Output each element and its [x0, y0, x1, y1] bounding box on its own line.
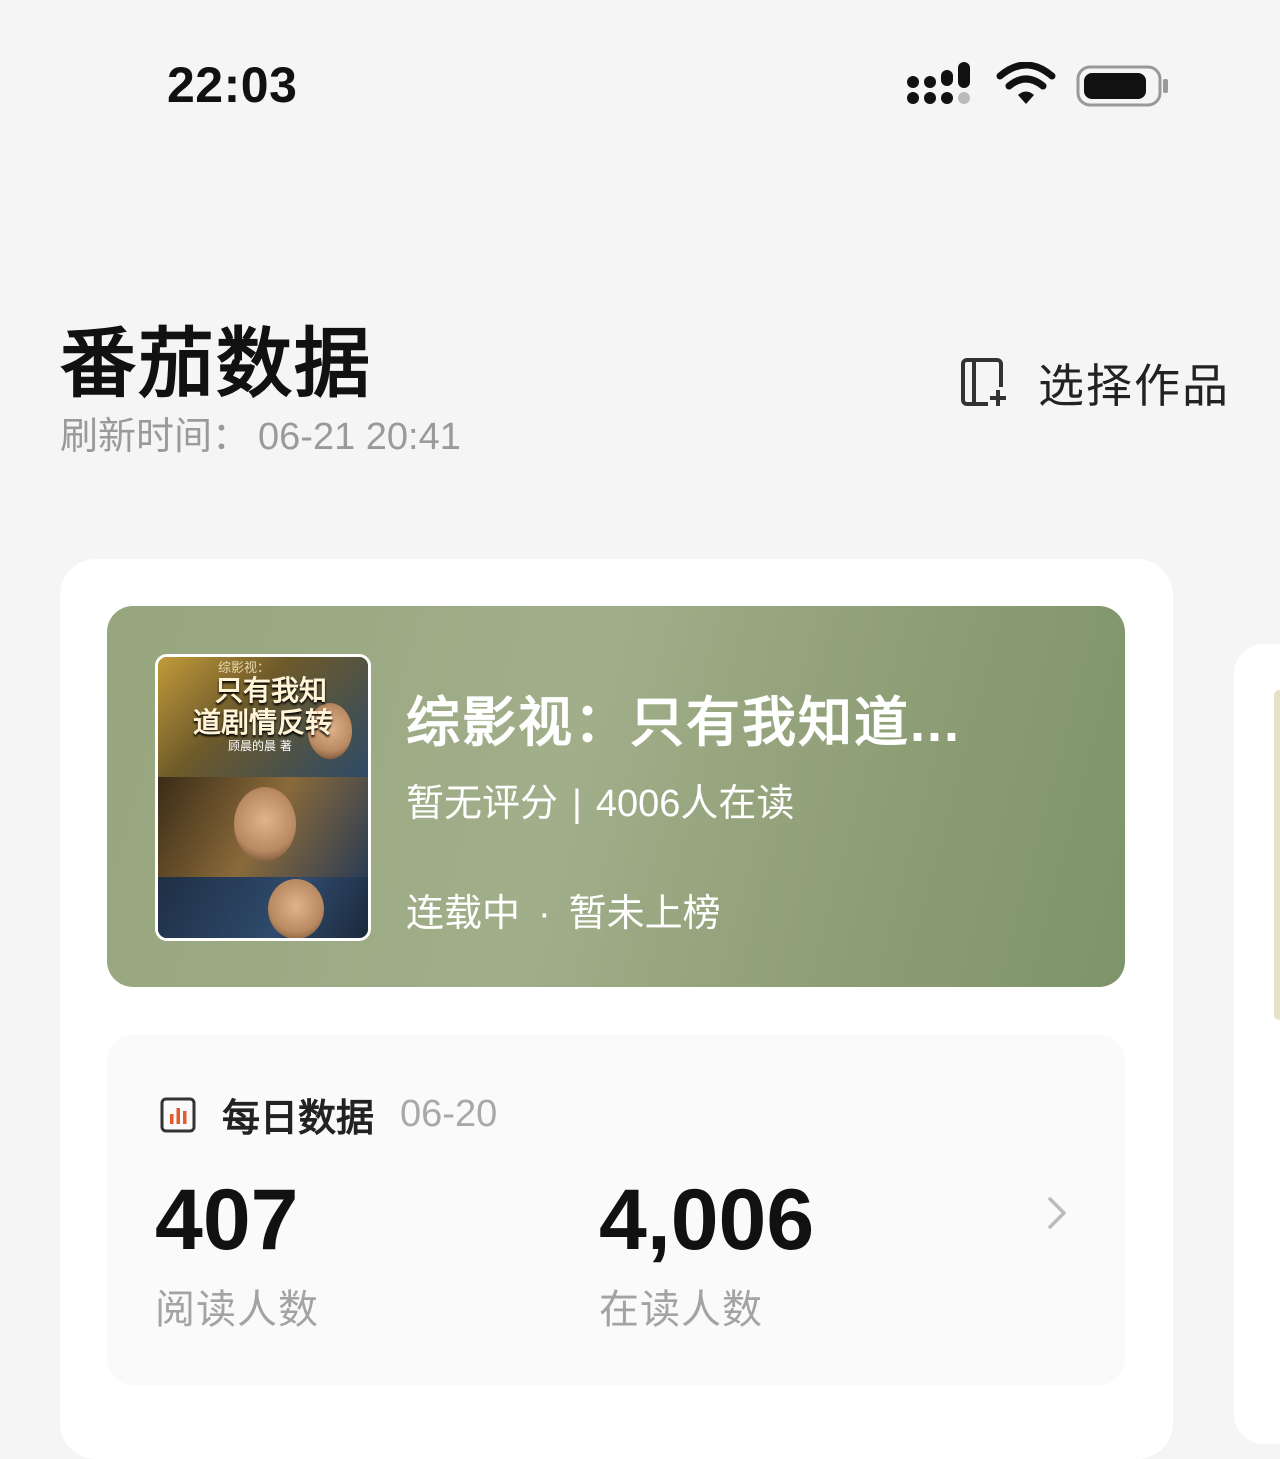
- book-readers: 4006人在读: [595, 783, 795, 825]
- stat-label: 在读人数: [599, 1288, 763, 1332]
- book-rating: 暂无评分: [406, 783, 559, 825]
- status-time: 22:03: [167, 57, 298, 113]
- bar-chart-icon: [160, 1097, 196, 1132]
- cover-title-line2: 道剧情反转: [192, 706, 333, 739]
- book-status: 连载中 · 暂未上榜: [406, 882, 721, 937]
- refresh-label: 刷新时间：: [60, 416, 251, 458]
- stat-reading-now: 4,006 在读人数: [599, 1177, 814, 1335]
- daily-data-panel[interactable]: 每日数据 06-20 407 阅读人数 4,006 在读人数: [107, 1035, 1125, 1385]
- daily-title: 每日数据: [222, 1098, 375, 1140]
- book-title: 综影视：只有我知道...: [406, 693, 962, 753]
- page-title: 番茄数据: [60, 319, 372, 408]
- refresh-value: 06-21 20:41: [258, 416, 461, 458]
- book-meta: 暂无评分 | 4006人在读: [406, 772, 794, 827]
- stat-label: 阅读人数: [155, 1288, 319, 1332]
- meta-divider: |: [572, 783, 582, 825]
- work-card: 综影视： 只有我知 道剧情反转 顾晨的晨 著 综影视：只有我知道... 暂无评分…: [60, 559, 1173, 1459]
- stat-value: 407: [155, 1172, 299, 1268]
- rank-status: 暂未上榜: [568, 893, 721, 935]
- status-icons: [906, 60, 1170, 112]
- select-work-button[interactable]: 选择作品: [960, 350, 1230, 416]
- stat-value: 4,006: [599, 1172, 815, 1268]
- daily-date: 06-20: [400, 1093, 498, 1135]
- serial-status: 连载中: [406, 893, 521, 935]
- book-banner[interactable]: 综影视： 只有我知 道剧情反转 顾晨的晨 著 综影视：只有我知道... 暂无评分…: [107, 606, 1125, 987]
- daily-header: 每日数据 06-20: [160, 1087, 497, 1142]
- signal-icon: [907, 62, 970, 104]
- cover-author: 顾晨的晨 著: [228, 739, 292, 753]
- status-dot: ·: [538, 893, 551, 935]
- wifi-icon: [996, 62, 1056, 104]
- battery-icon: [1076, 65, 1168, 107]
- next-card-cover-edge: [1274, 690, 1280, 1020]
- stat-readers: 407 阅读人数: [155, 1177, 319, 1335]
- book-cover[interactable]: 综影视： 只有我知 道剧情反转 顾晨的晨 著: [155, 654, 371, 941]
- select-work-icon: [961, 358, 1008, 407]
- refresh-time: 刷新时间： 06-21 20:41: [60, 405, 469, 460]
- chevron-right-icon[interactable]: [1042, 1193, 1072, 1233]
- select-work-label: 选择作品: [1038, 360, 1230, 412]
